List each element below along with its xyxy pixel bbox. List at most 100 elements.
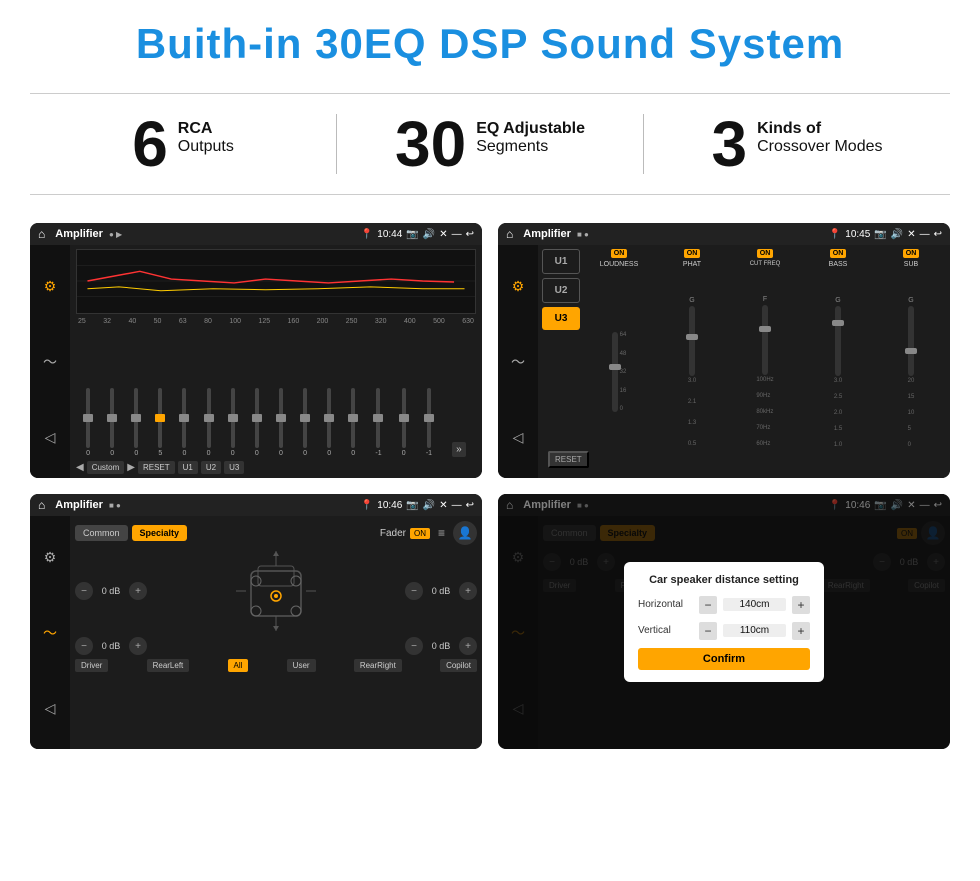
page-wrapper: Buith-in 30EQ DSP Sound System 6 RCA Out… xyxy=(0,0,980,881)
fader-controls-row: − 0 dB + xyxy=(75,549,477,633)
crossover-home-icon[interactable]: ⌂ xyxy=(506,227,513,241)
eq-u3-btn[interactable]: U3 xyxy=(224,461,244,474)
eq-sidebar: ⚙ 〜 ◁ xyxy=(30,245,70,478)
confirm-button[interactable]: Confirm xyxy=(638,648,810,670)
fader-copilot-btn[interactable]: Copilot xyxy=(440,659,477,672)
stat-eq-label: EQ Adjustable Segments xyxy=(476,112,585,156)
fader-time: 10:46 xyxy=(377,500,402,511)
fader-top-bar: Common Specialty Fader ON ≡ 👤 xyxy=(75,521,477,545)
eq-slider-14: -1 xyxy=(426,372,432,457)
fader-rr-minus[interactable]: − xyxy=(405,637,423,655)
fader-user-btn[interactable]: User xyxy=(287,659,316,672)
crossover-camera-icon: 📷 xyxy=(874,229,886,240)
fader-content: ⚙ 〜 ◁ Common Specialty Fader ON ≡ 👤 xyxy=(30,516,482,749)
eq-main-area: 25 32 40 50 63 80 100 125 160 200 250 32… xyxy=(70,245,482,478)
preset-u2-btn[interactable]: U2 xyxy=(542,278,580,303)
fader-rearleft-btn[interactable]: RearLeft xyxy=(147,659,190,672)
fader-fl-plus[interactable]: + xyxy=(129,582,147,600)
eq-sliders: 0 0 0 5 xyxy=(76,329,476,459)
eq-slider-0: 0 xyxy=(86,372,90,457)
loudness-slider: 644832160 xyxy=(612,270,627,474)
fader-rl-value: 0 dB xyxy=(96,641,126,651)
eq-wave-icon[interactable]: 〜 xyxy=(43,352,57,372)
preset-u3-btn[interactable]: U3 xyxy=(542,307,580,330)
fader-fl-minus[interactable]: − xyxy=(75,582,93,600)
crossover-status-dots: ■ ● xyxy=(577,230,589,239)
eq-prev-btn[interactable]: ◀ xyxy=(76,462,84,473)
fader-home-icon[interactable]: ⌂ xyxy=(38,498,45,512)
fader-rl-minus[interactable]: − xyxy=(75,637,93,655)
eq-u1-btn[interactable]: U1 xyxy=(178,461,198,474)
sub-label: SUB xyxy=(904,261,918,268)
eq-skip-btn[interactable]: » xyxy=(452,442,466,457)
vertical-plus-btn[interactable]: + xyxy=(792,622,810,640)
fader-rl-plus[interactable]: + xyxy=(129,637,147,655)
fader-rr-plus[interactable]: + xyxy=(459,637,477,655)
eq-speaker-icon[interactable]: ◁ xyxy=(45,429,56,446)
fader-status-icons: 📍 10:46 📷 🔊 ✕ — ↩ xyxy=(361,500,474,511)
camera-icon: 📷 xyxy=(406,229,418,240)
crossover-presets: U1 U2 U3 xyxy=(542,249,580,474)
vertical-value: 110cm xyxy=(723,624,786,637)
crossover-sidebar: ⚙ 〜 ◁ xyxy=(498,245,538,478)
fader-specialty-btn[interactable]: Specialty xyxy=(132,525,188,541)
fader-all-btn[interactable]: All xyxy=(228,659,249,672)
fader-zone-bar: Driver RearLeft All User RearRight Copil… xyxy=(75,659,477,672)
stats-row: 6 RCA Outputs 30 EQ Adjustable Segments … xyxy=(30,93,950,195)
eq-custom-btn[interactable]: Custom xyxy=(87,461,125,474)
distance-dialog-overlay: Car speaker distance setting Horizontal … xyxy=(498,494,950,749)
fader-fr-plus[interactable]: + xyxy=(459,582,477,600)
crossover-back-icon[interactable]: ↩ xyxy=(934,229,942,240)
horizontal-plus-btn[interactable]: + xyxy=(792,596,810,614)
fader-label: Fader xyxy=(380,528,406,539)
crossover-main-area: U1 U2 U3 ON LOUDNESS xyxy=(538,245,950,478)
crossover-close-icon[interactable]: ✕ xyxy=(907,229,915,240)
crossover-reset-btn[interactable]: RESET xyxy=(548,451,589,468)
stat-crossover-number: 3 xyxy=(712,112,748,176)
eq-next-btn[interactable]: ▶ xyxy=(127,462,135,473)
preset-u1-btn[interactable]: U1 xyxy=(542,249,580,274)
fader-rearright-btn[interactable]: RearRight xyxy=(354,659,402,672)
fader-wave-icon[interactable]: 〜 xyxy=(43,623,57,643)
stat-rca: 6 RCA Outputs xyxy=(30,112,336,176)
crossover-wave-icon[interactable]: 〜 xyxy=(511,352,525,372)
fader-screenshot: ⌂ Amplifier ■ ● 📍 10:46 📷 🔊 ✕ — ↩ ⚙ 〜 ◁ xyxy=(30,494,482,749)
home-icon[interactable]: ⌂ xyxy=(38,227,45,241)
crossover-minimize-icon[interactable]: — xyxy=(920,229,930,240)
eq-slider-3: 5 xyxy=(158,372,162,457)
fader-rl-control: − 0 dB + xyxy=(75,637,147,655)
fader-fl-value: 0 dB xyxy=(96,586,126,596)
fader-status-bar: ⌂ Amplifier ■ ● 📍 10:46 📷 🔊 ✕ — ↩ xyxy=(30,494,482,516)
eq-filter-icon[interactable]: ⚙ xyxy=(44,278,57,295)
eq-u2-btn[interactable]: U2 xyxy=(201,461,221,474)
fader-fr-minus[interactable]: − xyxy=(405,582,423,600)
horizontal-minus-btn[interactable]: − xyxy=(699,596,717,614)
fader-speaker-icon[interactable]: ◁ xyxy=(45,700,56,717)
cutfreq-channel: ON CUT FREQ F 100Hz90Hz80kHz70Hz60Hz xyxy=(730,249,800,474)
close-icon[interactable]: ✕ xyxy=(439,229,447,240)
fader-driver-btn[interactable]: Driver xyxy=(75,659,108,672)
fader-app-name: Amplifier xyxy=(55,499,103,511)
fader-filter-icon[interactable]: ⚙ xyxy=(44,549,57,566)
minimize-icon[interactable]: — xyxy=(452,229,462,240)
fader-avatar-btn[interactable]: 👤 xyxy=(453,521,477,545)
vertical-row: Vertical − 110cm + xyxy=(638,622,810,640)
fader-main-area: Common Specialty Fader ON ≡ 👤 − 0 dB + xyxy=(70,516,482,749)
eq-time: 10:44 xyxy=(377,229,402,240)
stat-rca-number: 6 xyxy=(132,112,168,176)
cutfreq-label: CUT FREQ xyxy=(750,261,781,267)
crossover-speaker-icon[interactable]: ◁ xyxy=(513,429,524,446)
eq-reset-btn[interactable]: RESET xyxy=(138,461,175,474)
stat-rca-line1: RCA xyxy=(178,120,234,138)
back-icon[interactable]: ↩ xyxy=(466,229,474,240)
loudness-on-badge: ON xyxy=(611,249,628,258)
crossover-filter-icon[interactable]: ⚙ xyxy=(512,278,525,295)
eq-slider-11: 0 xyxy=(351,372,355,457)
bass-on-badge: ON xyxy=(830,249,847,258)
vertical-minus-btn[interactable]: − xyxy=(699,622,717,640)
volume-icon: 🔊 xyxy=(423,229,435,240)
crossover-app-name: Amplifier xyxy=(523,228,571,240)
fader-location-icon: 📍 xyxy=(361,500,373,511)
distance-dialog: Car speaker distance setting Horizontal … xyxy=(624,562,824,682)
fader-common-btn[interactable]: Common xyxy=(75,525,128,541)
